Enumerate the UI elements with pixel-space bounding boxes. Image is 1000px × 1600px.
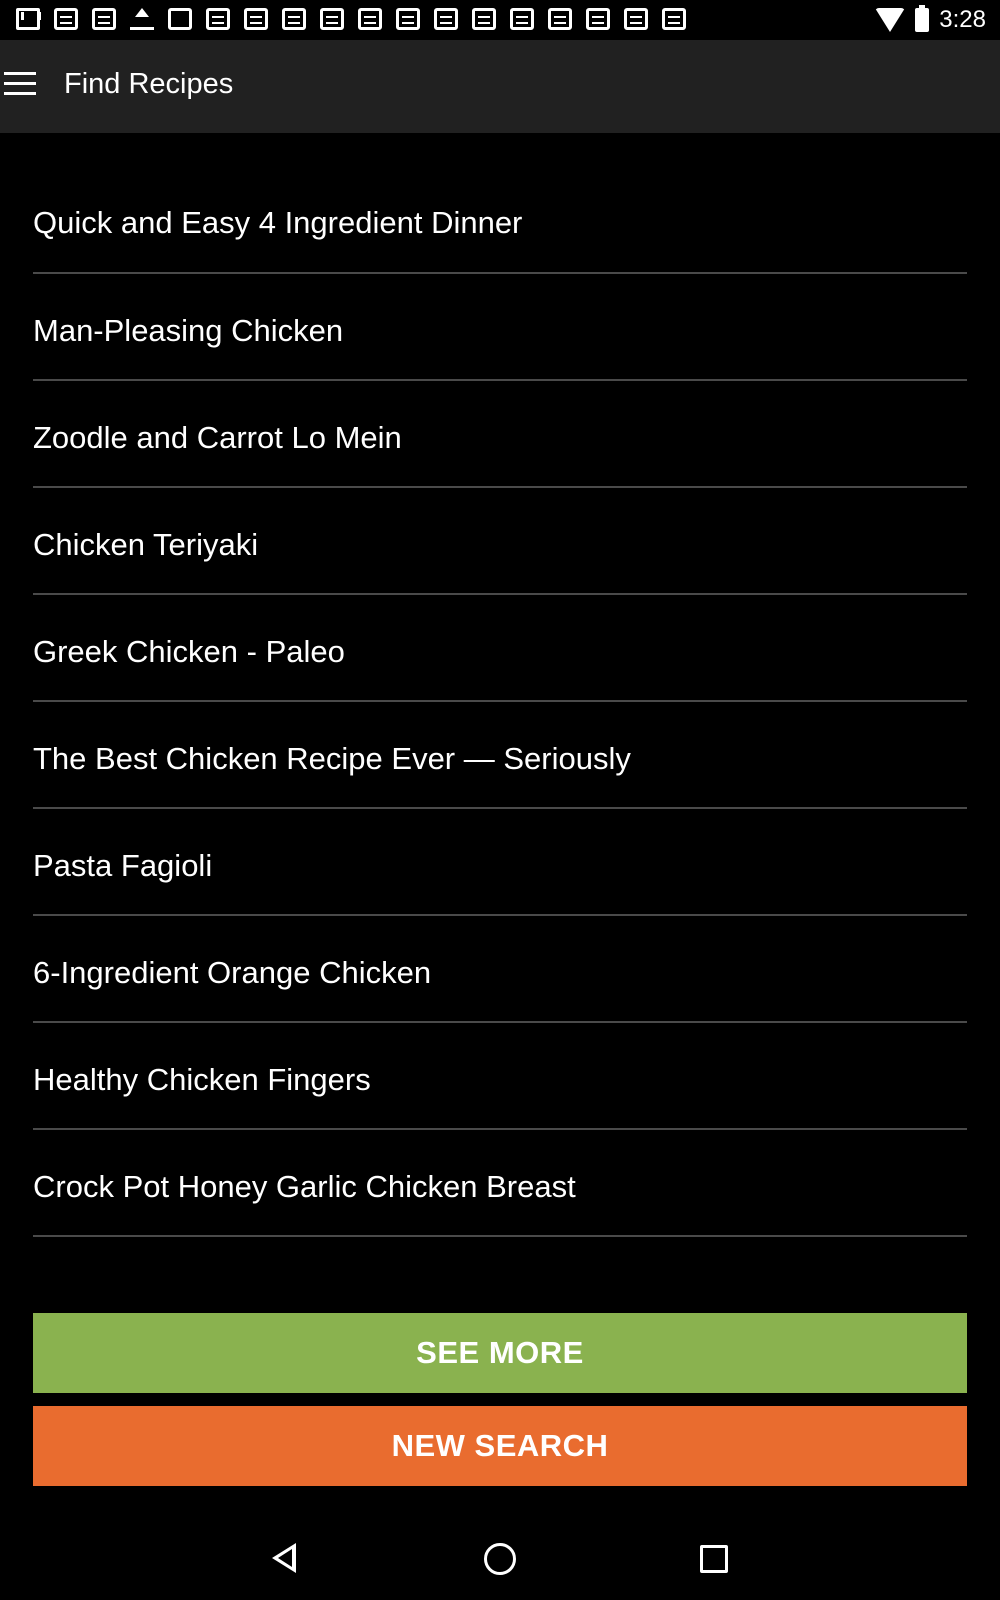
notification-icons [16,8,686,30]
document-icon [548,8,572,30]
recipe-list: Quick and Easy 4 Ingredient Dinner Man-P… [33,166,967,1237]
list-item[interactable]: Quick and Easy 4 Ingredient Dinner [33,166,967,274]
see-more-button[interactable]: SEE MORE [33,1313,967,1393]
document-icon [434,8,458,30]
new-search-button[interactable]: NEW SEARCH [33,1406,967,1486]
app-bar: Find Recipes [0,40,1000,133]
list-item[interactable]: Pasta Fagioli [33,809,967,916]
home-icon[interactable] [484,1543,516,1575]
news-icon [320,8,344,30]
hamburger-menu-icon[interactable] [4,72,36,98]
news-icon [54,8,78,30]
image-icon [168,8,192,30]
recent-apps-icon[interactable] [700,1545,728,1573]
list-item[interactable]: Crock Pot Honey Garlic Chicken Breast [33,1130,967,1237]
document-icon [358,8,382,30]
status-indicators: 3:28 [875,5,986,34]
battery-icon [915,5,930,32]
list-item[interactable]: Chicken Teriyaki [33,488,967,595]
status-bar: 3:28 [0,0,1000,40]
news-icon [92,8,116,30]
list-item[interactable]: Healthy Chicken Fingers [33,1023,967,1130]
document-icon [586,8,610,30]
page-title: Find Recipes [64,68,234,100]
news-icon [472,8,496,30]
list-item[interactable]: Zoodle and Carrot Lo Mein [33,381,967,488]
list-item[interactable]: Greek Chicken - Paleo [33,595,967,702]
news-icon [206,8,230,30]
wifi-icon [875,8,906,32]
document-icon [244,8,268,30]
gmail-icon [16,8,40,30]
document-icon [282,8,306,30]
back-icon[interactable] [272,1543,296,1573]
document-icon [396,8,420,30]
upload-icon [130,8,154,30]
document-icon [662,8,686,30]
document-icon [624,8,648,30]
list-item[interactable]: Man-Pleasing Chicken [33,274,967,381]
list-item[interactable]: The Best Chicken Recipe Ever — Seriously [33,702,967,809]
document-icon [510,8,534,30]
list-item[interactable]: 6-Ingredient Orange Chicken [33,916,967,1023]
clock: 3:28 [939,6,986,33]
